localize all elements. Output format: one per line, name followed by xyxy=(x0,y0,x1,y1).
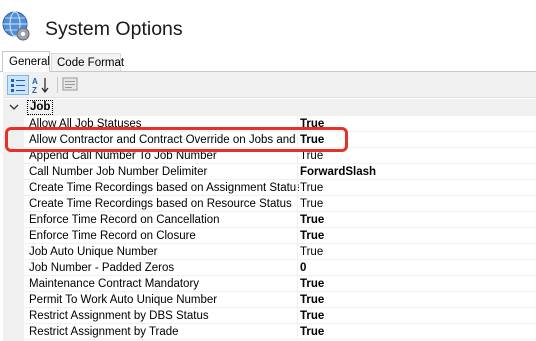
property-name: Maintenance Contract Mandatory xyxy=(29,278,200,290)
property-name: Create Time Recordings based on Resource… xyxy=(29,198,292,210)
sort-alpha-a-glyph: A xyxy=(32,77,38,86)
property-row[interactable]: Call Number Job Number Delimiter ForwardS… xyxy=(24,164,536,180)
column-separator xyxy=(297,212,298,228)
property-value[interactable]: True xyxy=(300,325,324,339)
column-separator xyxy=(297,276,298,292)
property-row[interactable]: Job Auto Unique Number True xyxy=(24,244,536,260)
highlight-annotation-box xyxy=(5,127,348,152)
property-name: Permit To Work Auto Unique Number xyxy=(29,294,218,306)
categorized-button[interactable] xyxy=(7,75,29,95)
property-row[interactable]: Enforce Time Record on Closure True xyxy=(24,228,536,244)
property-value[interactable]: 0 xyxy=(300,261,306,275)
property-name: Job Number - Padded Zeros xyxy=(29,262,175,274)
property-value[interactable]: True xyxy=(300,181,323,195)
column-separator xyxy=(297,164,298,180)
property-value[interactable]: True xyxy=(300,293,324,307)
property-row[interactable]: Restrict Assignment by Trade True xyxy=(24,324,536,340)
category-label: Job xyxy=(27,100,54,115)
sort-alphabetical-icon: A Z xyxy=(32,77,49,95)
property-row[interactable]: Job Number - Padded Zeros 0 xyxy=(24,260,536,276)
property-pages-button[interactable] xyxy=(60,75,82,95)
property-name: Job Auto Unique Number xyxy=(29,246,158,258)
window-header: System Options xyxy=(0,0,536,50)
categorized-icon xyxy=(11,79,25,92)
toolbar-separator xyxy=(57,77,58,93)
column-separator xyxy=(297,244,298,260)
property-value[interactable]: True xyxy=(300,229,324,243)
property-value[interactable]: True xyxy=(300,197,323,211)
property-grid-toolbar: A Z xyxy=(3,72,536,98)
property-name: Call Number Job Number Delimiter xyxy=(29,166,208,178)
column-separator xyxy=(297,196,298,212)
property-name: Restrict Assignment by DBS Status xyxy=(29,310,209,322)
property-row[interactable]: Maintenance Contract Mandatory True xyxy=(24,276,536,292)
column-separator xyxy=(297,260,298,276)
column-separator xyxy=(297,308,298,324)
property-row[interactable]: Create Time Recordings based on Resource… xyxy=(24,196,536,212)
property-row[interactable]: Permit To Work Auto Unique Number True xyxy=(24,292,536,308)
column-separator xyxy=(297,180,298,196)
tab-code-format[interactable]: Code Format xyxy=(51,53,124,72)
property-row[interactable]: Restrict Assignment by DBS Status True xyxy=(24,308,536,324)
page-title: System Options xyxy=(45,18,183,40)
column-separator xyxy=(297,228,298,244)
property-row[interactable]: Create Time Recordings based on Assignme… xyxy=(24,180,536,196)
property-name: Restrict Assignment by Trade xyxy=(29,326,179,338)
property-row[interactable]: Enforce Time Record on Cancellation True xyxy=(24,212,536,228)
system-globe-gear-icon xyxy=(2,11,30,41)
property-pages-icon xyxy=(62,77,78,91)
chevron-down-icon[interactable] xyxy=(9,102,19,112)
column-separator xyxy=(297,292,298,308)
sort-alpha-z-glyph: Z xyxy=(32,86,37,95)
property-value[interactable]: True xyxy=(300,309,324,323)
property-value[interactable]: ForwardSlash xyxy=(300,165,376,179)
property-name: Create Time Recordings based on Assignme… xyxy=(29,182,299,194)
property-value[interactable]: True xyxy=(300,277,324,291)
property-value[interactable]: True xyxy=(300,213,324,227)
property-name: Enforce Time Record on Cancellation xyxy=(29,214,220,226)
property-name: Enforce Time Record on Closure xyxy=(29,230,196,242)
tab-general[interactable]: General xyxy=(2,51,50,72)
category-row-job[interactable]: Job xyxy=(3,99,536,116)
sort-alphabetical-button[interactable]: A Z xyxy=(31,75,53,95)
property-value[interactable]: True xyxy=(300,245,323,259)
column-separator xyxy=(297,324,298,340)
